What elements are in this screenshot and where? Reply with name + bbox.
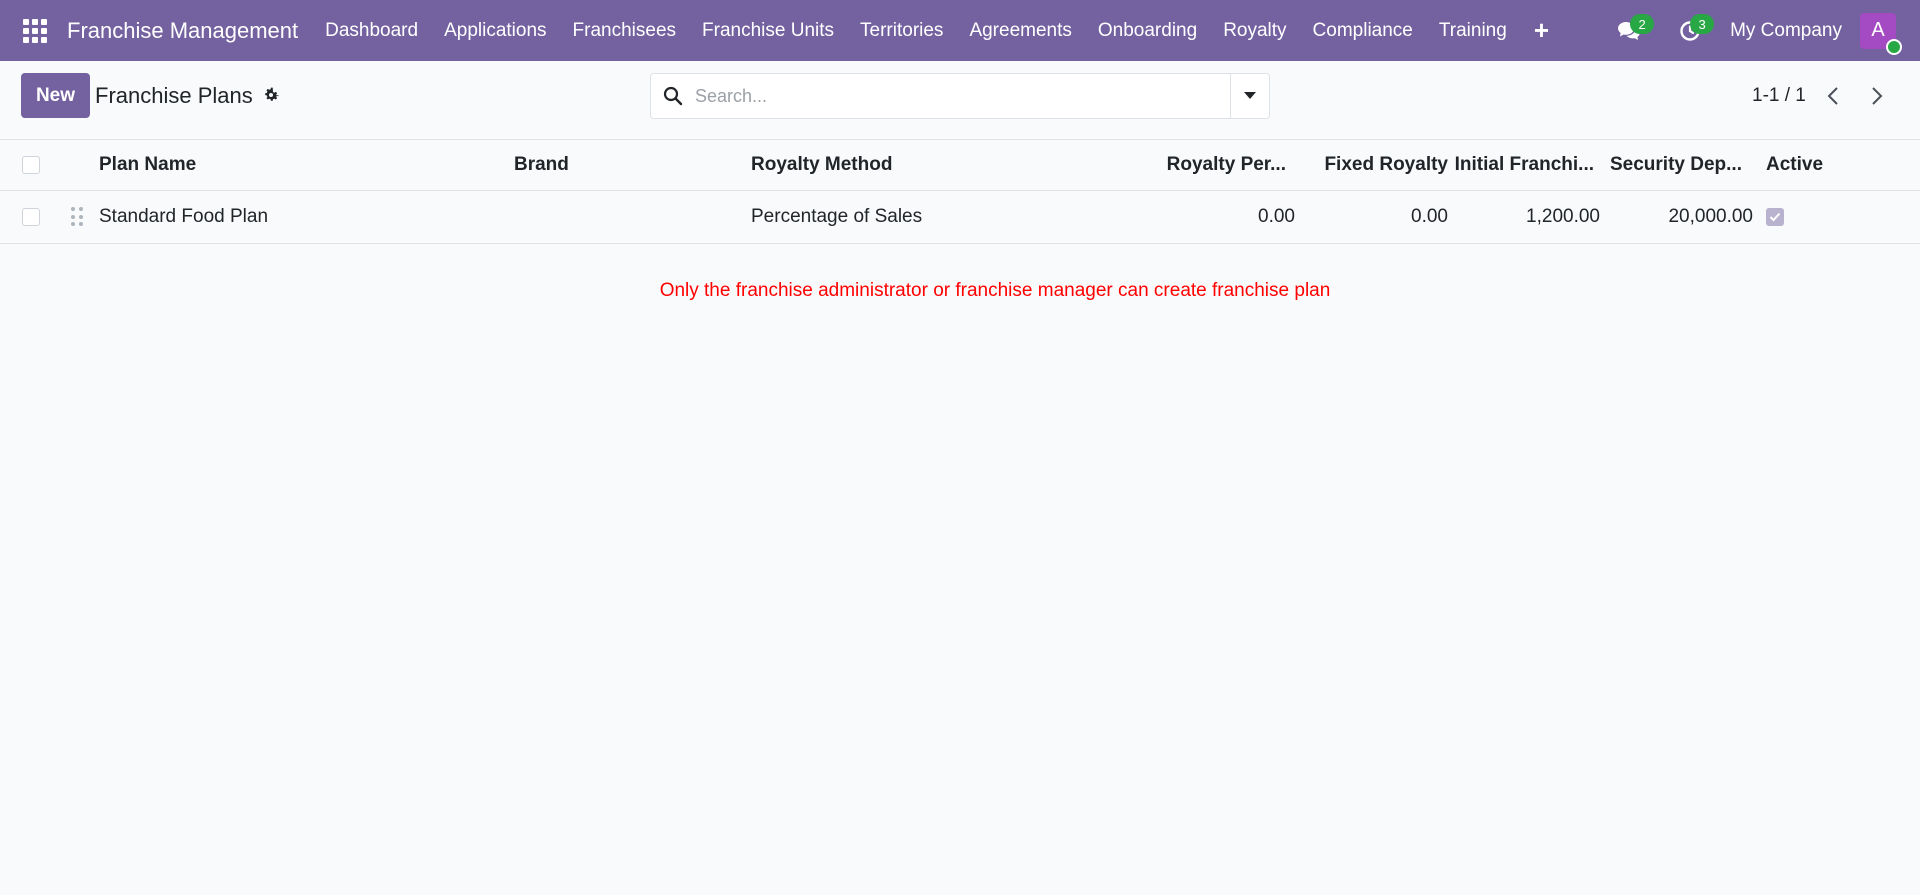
new-button[interactable]: New (21, 73, 90, 118)
user-avatar[interactable]: A (1860, 12, 1902, 55)
cell-initial-fee[interactable]: 1,200.00 (1450, 191, 1600, 243)
select-all-checkbox[interactable] (22, 156, 40, 174)
table-header-row: Plan Name Brand Royalty Method Royalty P… (0, 140, 1920, 191)
menu-item-agreements[interactable]: Agreements (956, 0, 1084, 61)
systray: 2 3 My Company A (1610, 0, 1920, 61)
search-input[interactable] (695, 74, 1230, 118)
gear-icon[interactable] (262, 86, 280, 104)
column-header-brand[interactable]: Brand (514, 140, 569, 190)
apps-menu-icon[interactable] (22, 18, 48, 44)
franchise-plans-list: Plan Name Brand Royalty Method Royalty P… (0, 140, 1920, 244)
company-switcher[interactable]: My Company (1730, 20, 1842, 42)
messaging-menu[interactable]: 2 (1610, 0, 1655, 61)
column-header-royalty-method[interactable]: Royalty Method (751, 140, 892, 190)
cell-royalty-method[interactable]: Percentage of Sales (751, 191, 922, 243)
menu-item-franchise-units[interactable]: Franchise Units (689, 0, 847, 61)
column-header-plan-name[interactable]: Plan Name (99, 140, 196, 190)
column-header-fixed-royalty[interactable]: Fixed Royalty (1300, 140, 1448, 190)
chevron-left-icon (1827, 87, 1838, 105)
chevron-right-icon (1872, 87, 1883, 105)
menu-item-royalty[interactable]: Royalty (1210, 0, 1299, 61)
online-status-indicator (1886, 38, 1902, 55)
column-header-initial-fee[interactable]: Initial Franchi... (1450, 140, 1594, 190)
main-navbar: Franchise Management Dashboard Applicati… (0, 0, 1920, 61)
pager-value[interactable]: 1-1 / 1 (1752, 85, 1806, 107)
cell-royalty-percent[interactable]: 0.00 (1150, 191, 1295, 243)
menu-item-compliance[interactable]: Compliance (1300, 0, 1426, 61)
cell-fixed-royalty[interactable]: 0.00 (1300, 191, 1448, 243)
menu-item-territories[interactable]: Territories (847, 0, 956, 61)
pager-next-button[interactable] (1862, 81, 1892, 111)
cell-security-deposit[interactable]: 20,000.00 (1600, 191, 1753, 243)
messages-count-badge: 2 (1630, 14, 1655, 34)
activities-count-badge: 3 (1690, 14, 1715, 34)
menu-item-onboarding[interactable]: Onboarding (1085, 0, 1210, 61)
menu-item-dashboard[interactable]: Dashboard (312, 0, 431, 61)
active-checkbox[interactable] (1766, 208, 1784, 226)
table-row[interactable]: Standard Food Plan Percentage of Sales 0… (0, 191, 1920, 244)
column-header-active[interactable]: Active (1766, 140, 1823, 190)
more-menu-plus-icon[interactable]: + (1520, 0, 1563, 61)
column-header-security-deposit[interactable]: Security Dep... (1600, 140, 1742, 190)
main-menu: Dashboard Applications Franchisees Franc… (312, 0, 1563, 61)
pager-previous-button[interactable] (1818, 81, 1848, 111)
control-panel: New Franchise Plans 1-1 / 1 (0, 61, 1920, 140)
page-title[interactable]: Franchise Plans (95, 83, 253, 109)
caret-down-icon (1244, 92, 1256, 99)
cell-active[interactable] (1766, 191, 1784, 243)
app-brand[interactable]: Franchise Management (67, 18, 298, 44)
activity-menu[interactable]: 3 (1670, 0, 1715, 61)
drag-handle-icon[interactable] (71, 207, 83, 227)
menu-item-franchisees[interactable]: Franchisees (560, 0, 690, 61)
menu-item-applications[interactable]: Applications (431, 0, 559, 61)
column-header-royalty-percent[interactable]: Royalty Per... (1150, 140, 1286, 190)
search-bar (650, 73, 1270, 119)
menu-item-training[interactable]: Training (1426, 0, 1520, 61)
search-options-toggle[interactable] (1230, 74, 1269, 118)
permission-error-message: Only the franchise administrator or fran… (659, 280, 1331, 301)
cell-plan-name[interactable]: Standard Food Plan (99, 191, 268, 243)
check-icon (1769, 212, 1781, 222)
search-icon (651, 86, 695, 106)
avatar-initial: A (1871, 19, 1885, 41)
